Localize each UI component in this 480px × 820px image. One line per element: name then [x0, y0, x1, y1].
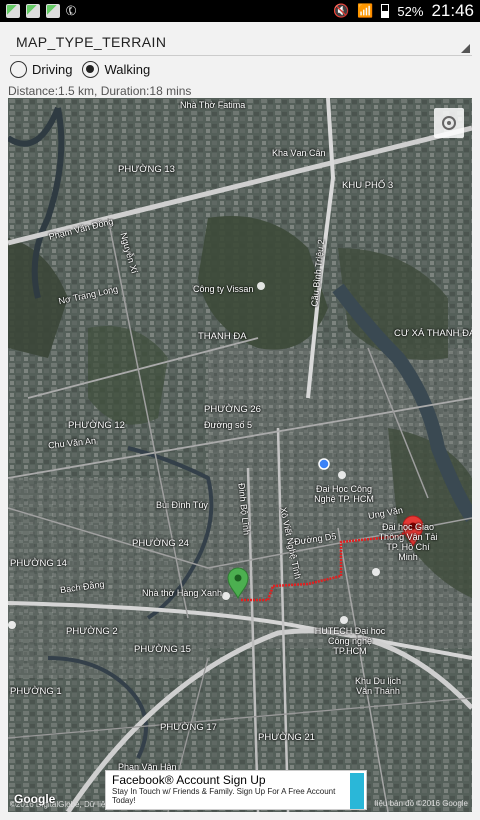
travel-mode-group: Driving Walking	[10, 61, 150, 78]
mute-icon: 🔇	[333, 3, 350, 18]
map-label: Bùi Đình Túy	[156, 500, 208, 510]
map-label: CƯ XÁ THANH ĐA	[394, 328, 472, 339]
ad-banner[interactable]: Facebook® Account Sign Up Stay In Touch …	[105, 770, 367, 810]
phone-icon: ✆	[62, 1, 80, 20]
map-label: PHƯỜNG 21	[258, 732, 315, 743]
ad-body: Stay In Touch w/ Friends & Family. Sign …	[112, 787, 336, 805]
radio-driving[interactable]: Driving	[10, 61, 72, 78]
ad-badge-icon[interactable]	[350, 773, 364, 809]
map-label: Công ty Vissan	[193, 284, 254, 294]
map-label: PHƯỜNG 12	[68, 420, 125, 431]
radio-walking-label: Walking	[104, 62, 151, 77]
dropdown-caret-icon	[461, 44, 470, 53]
wifi-icon: 📶	[357, 3, 374, 18]
map-label: PHƯỜNG 2	[66, 626, 118, 637]
map-type-dropdown[interactable]: MAP_TYPE_TERRAIN	[10, 28, 472, 56]
ad-title[interactable]: Facebook® Account Sign Up	[112, 773, 360, 787]
clock: 21:46	[431, 1, 474, 20]
gallery-notification-icon-2	[46, 4, 60, 18]
map-type-selected: MAP_TYPE_TERRAIN	[16, 33, 167, 50]
google-logo[interactable]: Google	[14, 792, 55, 806]
battery-icon	[381, 4, 390, 18]
my-location-button[interactable]	[434, 108, 464, 138]
map-label: PHƯỜNG 26	[204, 404, 261, 415]
map-label: PHƯỜNG 17	[160, 722, 217, 733]
radio-walking-circle[interactable]	[82, 61, 100, 78]
battery-percent: 52%	[397, 3, 424, 19]
gallery-notification-icon	[26, 4, 40, 18]
image-notification-icon	[6, 4, 20, 18]
map-label: Nhà Thờ Fatima	[180, 100, 246, 110]
status-bar: ✆ 🔇 📶 52% 21:46	[0, 0, 480, 22]
map-label: Nhà thờ Hàng Xanh	[142, 588, 222, 598]
map-label: PHƯỜNG 13	[118, 164, 175, 175]
page-dot	[191, 800, 198, 807]
page-indicator	[176, 800, 198, 807]
map-label: Đại học Giao Thông Vận Tải TP. Hồ Chí Mi…	[378, 522, 438, 562]
map-label: PHƯỜNG 14	[10, 558, 67, 569]
map-label: Đường số 5	[204, 420, 252, 430]
radio-driving-label: Driving	[32, 62, 73, 77]
map-label: Đại Học Công Nghệ TP. HCM	[314, 484, 374, 504]
route-info: Distance:1.5 km, Duration:18 mins	[8, 84, 192, 98]
map-view[interactable]: Nhà Thờ Fatima PHƯỜNG 13 Kha Vạn Cân KHU…	[8, 98, 472, 812]
map-label: Khu Du lịch Văn Thánh	[354, 676, 402, 696]
map-label: THANH ĐA	[198, 331, 247, 342]
map-label: PHƯỜNG 24	[132, 538, 189, 549]
map-label: PHƯỜNG 15	[134, 644, 191, 655]
page-dot-active	[176, 800, 183, 807]
map-attribution: liệu bản đồ ©2016 Google	[374, 799, 468, 808]
map-label: HUTECH Đại học Công nghệ TP.HCM	[314, 626, 386, 656]
map-label: Kha Vạn Cân	[272, 148, 326, 158]
radio-walking[interactable]: Walking	[82, 61, 150, 78]
current-location-dot	[318, 458, 330, 470]
radio-driving-circle[interactable]	[10, 61, 27, 78]
satellite-map	[8, 98, 472, 812]
my-location-icon	[442, 116, 456, 130]
map-label: PHƯỜNG 1	[10, 686, 62, 697]
map-label: KHU PHỐ 3	[342, 180, 394, 191]
